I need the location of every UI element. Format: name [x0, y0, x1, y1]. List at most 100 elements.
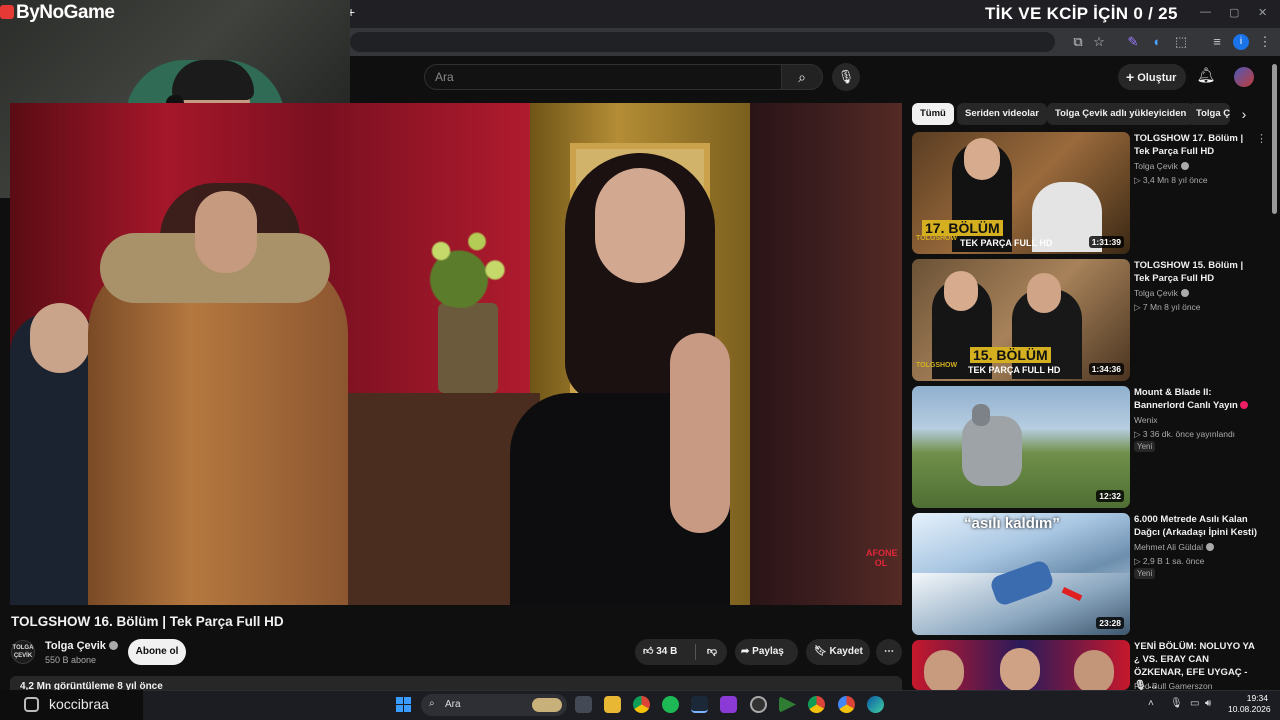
streamer-hair [172, 60, 254, 100]
chrome-profile-icon[interactable] [808, 696, 825, 713]
url-field[interactable] [350, 32, 1055, 52]
recommendation-title[interactable]: TOLGSHOW 17. Bölüm | Tek Parça Full HD [1134, 132, 1260, 158]
verified-icon [1180, 162, 1189, 170]
notifications-bell-icon[interactable]: 🔔︎ [1196, 66, 1216, 84]
task-view-icon[interactable] [575, 696, 592, 713]
channel-avatar[interactable]: TOLGA ÇEVİK [11, 640, 35, 664]
thumb-face [924, 650, 964, 690]
more-vertical-icon[interactable]: ⋮ [1256, 132, 1267, 145]
channel-name-text: Tolga Çevik [45, 640, 106, 652]
woman-arm [670, 333, 730, 533]
recommendation-channel: Mehmet Ali Güldal [1134, 542, 1214, 552]
recommendation-thumbnail[interactable]: “asılı kaldım” 23:28 [912, 513, 1130, 635]
thumbnail-caption: 15. BÖLÜM [970, 347, 1051, 363]
close-window-icon[interactable]: ✕ [1258, 6, 1267, 19]
man-in-suit-head [30, 303, 90, 373]
recommendation-title[interactable]: 6.000 Metrede Asılı Kalan Dağcı (Arkadaş… [1134, 513, 1260, 539]
edge-icon[interactable] [867, 696, 884, 713]
extension-audio-icon[interactable]: ◖ [1148, 34, 1164, 50]
chrome-profile-2-icon[interactable] [838, 696, 855, 713]
bynogame-logo-icon [0, 5, 14, 19]
like-button[interactable]: 👍︎ 34 B [635, 639, 695, 665]
taskbar-search-icon: ⌕ [429, 698, 435, 709]
channel-name[interactable]: Tolga Çevik [45, 640, 118, 652]
spotify-icon[interactable] [662, 696, 679, 713]
recommendation-thumbnail[interactable]: 12:32 [912, 386, 1130, 508]
thumbnail-subcaption: TEK PARÇA FULL HD [968, 365, 1061, 375]
verified-icon [108, 641, 118, 650]
chip-more[interactable]: Tolga Ç [1188, 103, 1230, 125]
extensions-puzzle-icon[interactable]: ⬚ [1173, 34, 1189, 50]
duration-badge: 23:28 [1096, 617, 1124, 629]
browser-menu-icon[interactable]: ⋮ [1257, 34, 1273, 50]
recommendation-channel-name: Tolga Çevik [1134, 161, 1178, 171]
recommendation-channel: Wenix [1134, 415, 1158, 425]
clock-time: 19:34 [1246, 693, 1268, 703]
microphone-icon: 🎙 [837, 69, 855, 84]
account-avatar[interactable] [1234, 67, 1254, 87]
steam-icon[interactable] [691, 696, 708, 713]
search-input[interactable]: Ara [424, 64, 782, 90]
windows-start-icon[interactable] [396, 697, 412, 713]
search-icon: ⌕ [798, 69, 806, 85]
recommendation-thumbnail[interactable]: 17. BÖLÜM TEK PARÇA FULL HD TOLGSHOW 1:3… [912, 132, 1130, 254]
thumbnail-caption: 17. BÖLÜM [922, 220, 1003, 236]
tray-chevron-icon[interactable]: ˄ [1148, 698, 1154, 709]
obs-icon[interactable] [750, 696, 767, 713]
chip-uploader[interactable]: Tolga Çevik adlı yükleyiciden [1047, 103, 1195, 125]
subscribe-watermark: AFONE OL [866, 548, 898, 568]
thumb-face [964, 138, 1000, 180]
recommendation-title[interactable]: TOLGSHOW 15. Bölüm | Tek Parça Full HD [1134, 259, 1260, 285]
display-icon[interactable]: ▭ [1190, 698, 1199, 709]
taskbar-clock[interactable]: 19:34 10.08.2026 [1228, 693, 1271, 715]
bookmark-star-icon[interactable]: ☆ [1091, 34, 1107, 50]
app-purple-icon[interactable] [720, 696, 737, 713]
chrome-icon[interactable] [633, 696, 650, 713]
minimize-icon[interactable]: — [1200, 6, 1211, 18]
thumbs-down-icon: 👎︎ [706, 646, 718, 657]
recommendation-meta: ▷ 3 36 dk. önce yayınlandı [1134, 429, 1236, 439]
recommendation-channel-name: Tolga Çevik [1134, 288, 1178, 298]
thumb-face [944, 271, 978, 311]
thumbs-up-icon: 👍︎ [643, 646, 654, 657]
cast-icon[interactable]: ⧉ [1070, 34, 1086, 50]
profile-icon[interactable]: i [1233, 34, 1249, 50]
recommendation-meta: ▷ 3,4 Mn 8 yıl önce [1134, 175, 1208, 185]
maximize-icon[interactable]: ▢ [1229, 6, 1239, 19]
stage-background-right [750, 103, 902, 605]
clock-date: 10.08.2026 [1228, 704, 1271, 714]
subscribe-button[interactable]: Abone ol [128, 639, 186, 665]
extension-pen-icon[interactable]: ✎ [1125, 34, 1141, 50]
voice-search-button[interactable]: 🎙 [832, 63, 860, 91]
thumb-face [1000, 648, 1040, 690]
more-actions-button[interactable]: ⋯ [876, 639, 902, 665]
duration-badge: 1:31:39 [1088, 236, 1124, 248]
chip-all[interactable]: Tümü [912, 103, 954, 125]
save-button[interactable]: 🔖︎ Kaydet [806, 639, 870, 665]
chevron-right-icon[interactable]: › [1236, 106, 1252, 122]
speaker-icon[interactable]: 🔊︎ [1205, 698, 1211, 709]
verified-icon [1205, 543, 1214, 551]
video-player[interactable]: AFONE OL [10, 103, 902, 605]
plus-icon: + [1126, 69, 1135, 85]
page-scrollbar[interactable] [1272, 64, 1277, 214]
like-dislike-group: 👍︎ 34 B 👎︎ [635, 639, 727, 665]
duration-badge: 1:34:36 [1088, 363, 1124, 375]
microphone-tray-icon[interactable]: 🎙 [1170, 698, 1183, 709]
file-explorer-icon[interactable] [604, 696, 621, 713]
instagram-handle: koccibraa [49, 696, 109, 712]
share-icon: ➦ [741, 646, 750, 657]
share-label: Paylaş [752, 646, 784, 657]
create-button[interactable]: + Oluştur [1118, 64, 1186, 90]
reading-list-icon[interactable]: ≡ [1209, 34, 1225, 50]
dislike-button[interactable]: 👎︎ [697, 639, 727, 665]
recommendation-title[interactable]: Mount & Blade II: Bannerlord Canlı Yayın [1134, 386, 1260, 412]
more-horizontal-icon: ⋯ [884, 646, 894, 657]
share-button[interactable]: ➦ Paylaş [735, 639, 798, 665]
chip-series[interactable]: Seriden videolar [957, 103, 1047, 125]
recommendation-thumbnail[interactable]: 15. BÖLÜM TEK PARÇA FULL HD TOLGSHOW 1:3… [912, 259, 1130, 381]
like-divider [695, 644, 696, 660]
search-button[interactable]: ⌕ [781, 64, 823, 90]
recommendation-thumbnail[interactable] [912, 640, 1130, 690]
recommendation-meta: ▷ 2,9 B 1 sa. önce [1134, 556, 1205, 566]
